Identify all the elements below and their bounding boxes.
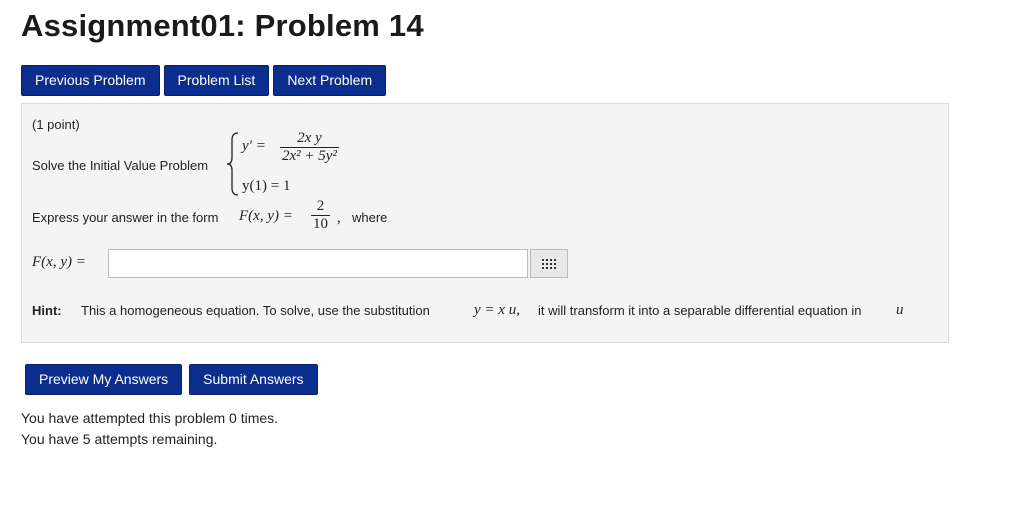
form-fraction: 2 10 bbox=[311, 198, 330, 233]
problem-list-button[interactable]: Problem List bbox=[163, 65, 270, 96]
problem-navigation: Previous Problem Problem List Next Probl… bbox=[21, 65, 387, 96]
hint-text-continued: it will transform it into a separable di… bbox=[538, 303, 862, 318]
express-instruction: Express your answer in the form bbox=[32, 210, 219, 225]
submit-answers-button[interactable]: Submit Answers bbox=[189, 364, 318, 395]
hint-text: This a homogeneous equation. To solve, u… bbox=[81, 303, 430, 318]
answer-input[interactable] bbox=[108, 249, 528, 278]
system-brace-icon bbox=[226, 132, 239, 196]
equation-palette-button[interactable] bbox=[530, 249, 568, 278]
submit-actions: Preview My Answers Submit Answers bbox=[25, 364, 318, 395]
form-comma: , bbox=[337, 210, 341, 226]
page-title: Assignment01: Problem 14 bbox=[21, 8, 424, 43]
problem-points: (1 point) bbox=[32, 117, 80, 132]
ode-numerator: 2x y bbox=[280, 130, 339, 148]
grid-icon bbox=[542, 258, 556, 269]
attempts-status: You have attempted this problem 0 times. bbox=[21, 410, 279, 426]
where-text: where bbox=[352, 210, 388, 225]
problem-instruction: Solve the Initial Value Problem bbox=[32, 158, 209, 173]
form-lhs: F(x, y) = bbox=[239, 208, 293, 224]
ode-lhs: y′ = bbox=[242, 138, 266, 154]
preview-answers-button[interactable]: Preview My Answers bbox=[25, 364, 183, 395]
hint-variable: u bbox=[896, 302, 904, 318]
remaining-attempts-status: You have 5 attempts remaining. bbox=[21, 431, 218, 447]
ode-denominator: 2x² + 5y² bbox=[282, 148, 337, 164]
previous-problem-button[interactable]: Previous Problem bbox=[21, 65, 160, 96]
ode-fraction: 2x y 2x² + 5y² bbox=[280, 130, 339, 165]
ode-equation: y′ = bbox=[242, 138, 266, 155]
answer-label: F(x, y) = bbox=[32, 254, 86, 270]
hint-label: Hint: bbox=[32, 303, 62, 318]
form-denominator: 10 bbox=[313, 216, 328, 232]
next-problem-button[interactable]: Next Problem bbox=[273, 65, 387, 96]
initial-condition: y(1) = 1 bbox=[242, 178, 291, 194]
problem-panel: (1 point) Solve the Initial Value Proble… bbox=[21, 103, 949, 343]
form-numerator: 2 bbox=[311, 198, 330, 216]
hint-substitution: y = x u, bbox=[474, 302, 520, 318]
